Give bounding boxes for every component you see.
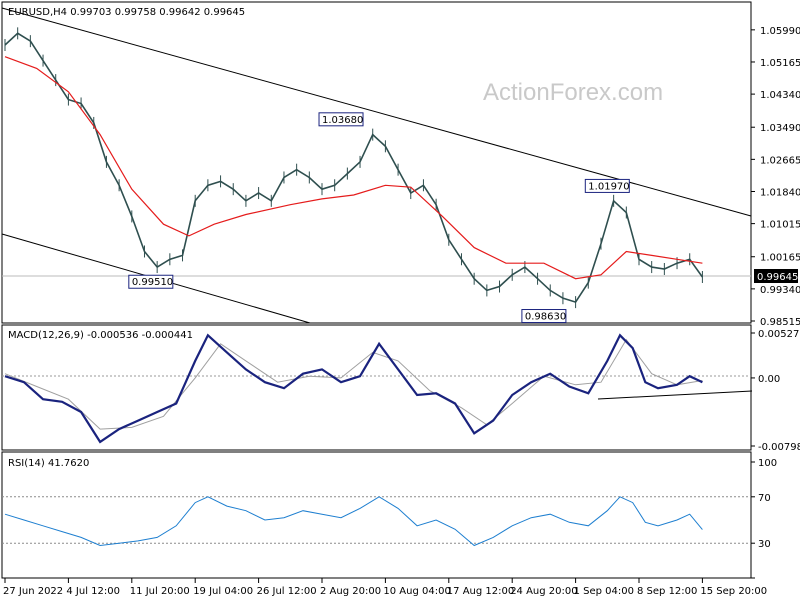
- macd-y-tick-label: 0.00527: [758, 329, 799, 340]
- macd-panel: MACD(12,26,9) -0.000536 -0.000441 0.0052…: [1, 324, 800, 453]
- x-tick-label: 11 Jul 20:00: [130, 586, 190, 597]
- price-series: [4, 27, 704, 309]
- price-y-tick-label: 1.00165: [760, 253, 800, 264]
- macd-title: MACD(12,26,9) -0.000536 -0.000441: [8, 330, 193, 341]
- price-title: EURUSD,H4 0.99703 0.99758 0.99642 0.9964…: [8, 7, 245, 18]
- x-tick-label: 27 Jun 2022: [3, 586, 63, 597]
- rsi-title: RSI(14) 41.7620: [8, 458, 89, 469]
- price-y-tick-label: 0.98515: [760, 317, 800, 328]
- rsi-panel: RSI(14) 41.7620 100 70 30: [1, 451, 777, 579]
- price-y-tick-label: 1.01015: [760, 220, 800, 231]
- x-tick-label: 24 Aug 20:00: [510, 586, 577, 597]
- rsi-y-tick-label: 70: [758, 493, 771, 504]
- rsi-levels: [2, 496, 751, 544]
- macd-signal-line: [4, 338, 703, 430]
- x-axis: 27 Jun 2022 4 Jul 12:00 11 Jul 20:00 19 Jul…: [3, 578, 767, 597]
- x-tick-label: 8 Sep 12:00: [637, 586, 697, 597]
- rsi-y-tick-label: 30: [758, 539, 771, 550]
- macd-series: [4, 333, 703, 444]
- price-y-tick-label: 1.05165: [760, 58, 800, 69]
- macd-y-tick-label: 0.00: [758, 374, 780, 385]
- rsi-line: [4, 496, 703, 547]
- price-annotation-label: 0.99510: [132, 277, 173, 288]
- price-annotations: 0.99510 1.03680 0.98630 1.01970: [128, 112, 630, 324]
- x-tick-label: 15 Sep 20:00: [700, 586, 767, 597]
- price-line: [4, 32, 704, 304]
- price-annotation-label: 1.03680: [322, 115, 363, 126]
- price-panel-frame: [1, 1, 752, 324]
- x-tick-label: 17 Aug 12:00: [447, 586, 514, 597]
- x-tick-label: 26 Jul 12:00: [257, 586, 317, 597]
- price-y-tick-label: 1.02665: [760, 155, 800, 166]
- price-y-tick-label: 1.04340: [760, 90, 800, 101]
- watermark: ActionForex.com: [483, 79, 663, 106]
- macd-y-tick-label: -0.007984: [758, 442, 800, 453]
- channel-upper-line: [1, 7, 752, 217]
- rsi-panel-frame: [1, 451, 752, 579]
- macd-trendline: [597, 390, 753, 400]
- x-tick-label: 1 Sep 04:00: [574, 586, 634, 597]
- chart-canvas: ActionForex.com EURUSD,H4 0.99703 0.9975…: [1, 1, 800, 597]
- price-y-tick-label: 0.99340: [760, 285, 800, 296]
- x-tick-label: 19 Jul 04:00: [193, 586, 253, 597]
- price-annotation-label: 1.01970: [588, 181, 629, 192]
- price-annotation-label: 0.98630: [525, 312, 566, 323]
- rsi-y-axis: 100 70 30: [751, 458, 777, 579]
- rsi-y-tick-label: 100: [758, 458, 777, 469]
- rsi-series: [4, 496, 703, 547]
- price-y-tick-label: 1.03490: [760, 123, 800, 134]
- x-tick-label: 4 Jul 12:00: [66, 586, 120, 597]
- price-y-tick-label: 1.05990: [760, 26, 800, 37]
- price-panel: ActionForex.com EURUSD,H4 0.99703 0.9975…: [1, 1, 800, 328]
- price-y-tick-label: 1.01840: [760, 187, 800, 198]
- macd-main-line: [4, 333, 703, 444]
- macd-y-axis: 0.00527 0.00 -0.007984: [751, 329, 800, 453]
- x-tick-label: 10 Aug 04:00: [383, 586, 450, 597]
- current-price-label: 0.99645: [757, 272, 798, 283]
- x-tick-label: 2 Aug 20:00: [320, 586, 381, 597]
